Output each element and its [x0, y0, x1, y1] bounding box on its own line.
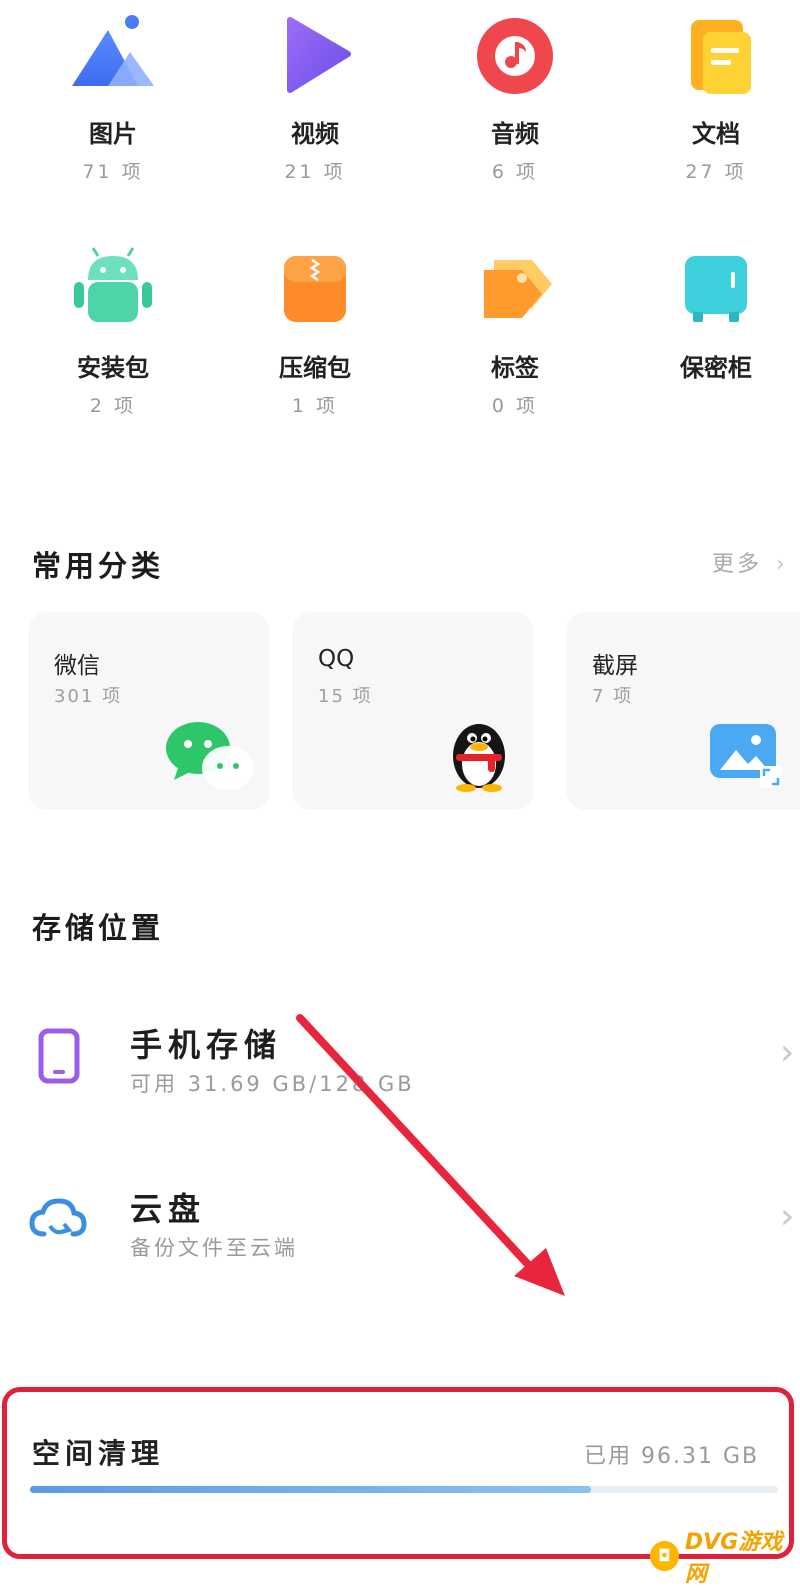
watermark-text: DVG游戏网 [684, 1530, 783, 1587]
gamepad-icon: ◘ [650, 1541, 679, 1571]
watermark: ◘ DVG游戏网 [650, 1524, 800, 1588]
annotation-arrow [296, 1014, 565, 1296]
